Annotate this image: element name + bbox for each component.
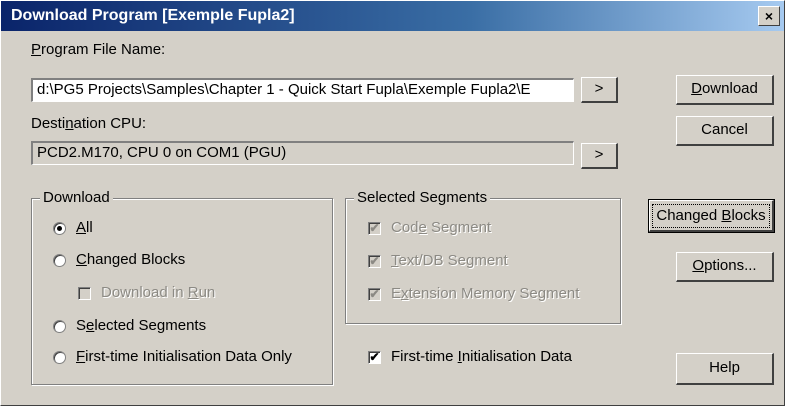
program-file-input[interactable]: d:\PG5 Projects\Samples\Chapter 1 - Quic… bbox=[31, 78, 574, 102]
title-bar[interactable]: Download Program [Exemple Fupla2] × bbox=[1, 1, 784, 31]
window-title: Download Program [Exemple Fupla2] bbox=[11, 7, 295, 24]
text-db-segment-label: Text/DB Segment bbox=[391, 252, 508, 269]
first-time-init-label[interactable]: First-time Initialisation Data bbox=[391, 348, 572, 365]
options-button[interactable]: Options... bbox=[676, 252, 774, 282]
program-file-browse-button[interactable]: > bbox=[581, 77, 618, 103]
radio-changed-blocks-label[interactable]: Changed Blocks bbox=[76, 251, 185, 268]
close-button[interactable]: × bbox=[758, 6, 780, 26]
extension-memory-segment-checkbox[interactable]: ✔ bbox=[368, 288, 381, 301]
extension-memory-segment-label: Extension Memory Segment bbox=[391, 285, 580, 302]
focus-ring: Changed Blocks bbox=[652, 204, 770, 228]
download-button[interactable]: Download bbox=[676, 75, 774, 105]
radio-all[interactable] bbox=[53, 222, 66, 235]
first-time-init-checkbox[interactable]: ✔ bbox=[368, 351, 381, 364]
destination-cpu-label: Destination CPU: bbox=[31, 115, 147, 132]
cancel-button[interactable]: Cancel bbox=[676, 116, 774, 146]
radio-first-time-only-label[interactable]: First-time Initialisation Data Only bbox=[76, 348, 292, 365]
destination-cpu-field: PCD2.M170, CPU 0 on COM1 (PGU) bbox=[31, 141, 574, 165]
selected-segments-group-title: Selected Segments bbox=[354, 189, 491, 206]
help-button[interactable]: Help bbox=[676, 353, 774, 385]
program-file-label: Program File Name: bbox=[31, 41, 166, 58]
changed-blocks-button[interactable]: Changed Blocks bbox=[648, 199, 775, 233]
radio-selected-segments[interactable] bbox=[53, 320, 66, 333]
download-program-dialog: Download Program [Exemple Fupla2] × Prog… bbox=[0, 0, 785, 406]
code-segment-label: Code Segment bbox=[391, 219, 492, 236]
radio-dot-icon bbox=[57, 226, 62, 231]
download-in-run-checkbox[interactable] bbox=[78, 287, 91, 300]
code-segment-checkbox[interactable]: ✔ bbox=[368, 222, 381, 235]
download-group-title: Download bbox=[40, 189, 113, 206]
radio-first-time-only[interactable] bbox=[53, 351, 66, 364]
download-in-run-label: Download in Run bbox=[101, 284, 216, 301]
radio-changed-blocks[interactable] bbox=[53, 254, 66, 267]
text-db-segment-checkbox[interactable]: ✔ bbox=[368, 255, 381, 268]
radio-selected-segments-label[interactable]: Selected Segments bbox=[76, 317, 206, 334]
radio-all-label[interactable]: All bbox=[76, 219, 93, 236]
destination-cpu-browse-button[interactable]: > bbox=[581, 143, 618, 169]
